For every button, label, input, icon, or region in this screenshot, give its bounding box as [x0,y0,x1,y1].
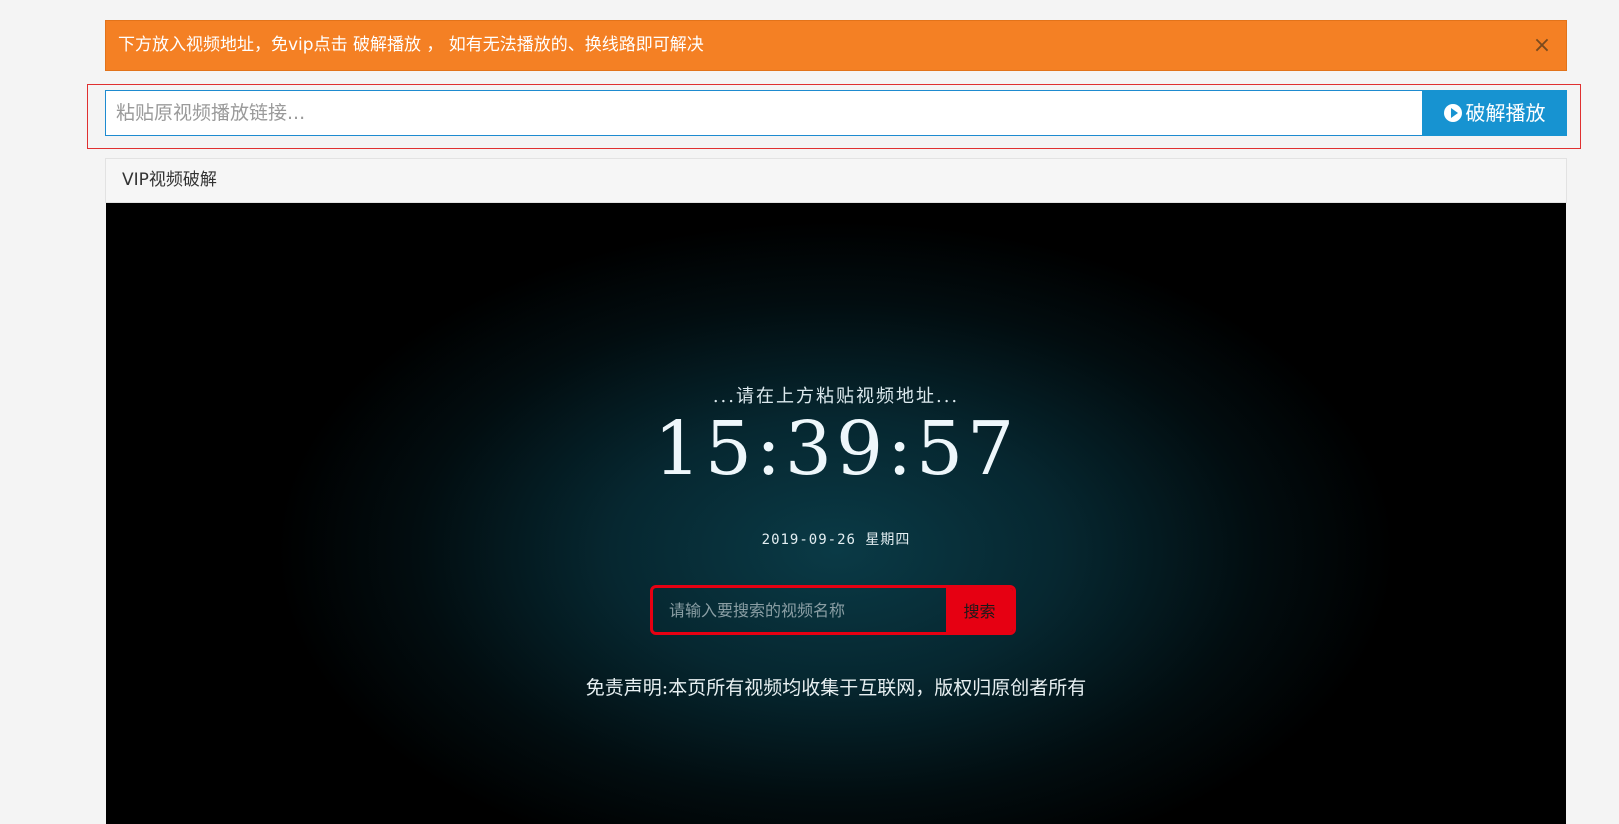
close-icon[interactable]: × [1530,21,1554,70]
parse-play-button[interactable]: 破解播放 [1422,90,1567,136]
panel-header: VIP视频破解 [105,158,1567,203]
video-search-box: 搜索 [650,585,1016,635]
paste-prompt: ...请在上方粘贴视频地址... [712,386,960,407]
clock-display: 15:39:57 [653,406,1019,492]
notice-text: 下方放入视频地址，免vip点击 破解播放 ， 如有无法播放的、换线路即可解决 [118,35,704,55]
video-url-input[interactable] [105,90,1423,136]
video-search-input[interactable] [653,588,946,632]
video-player-area: ...请在上方粘贴视频地址... 15:39:57 2019-09-26 星期四… [106,203,1566,824]
notice-banner: 下方放入视频地址，免vip点击 破解播放 ， 如有无法播放的、换线路即可解决 × [105,20,1567,71]
panel-title: VIP视频破解 [122,170,217,190]
disclaimer-text: 免责声明:本页所有视频均收集于互联网，版权归原创者所有 [585,677,1087,699]
parse-play-button-label: 破解播放 [1465,101,1546,125]
search-button[interactable]: 搜索 [946,588,1013,632]
date-display: 2019-09-26 星期四 [761,532,911,548]
play-circle-icon [1443,104,1462,122]
